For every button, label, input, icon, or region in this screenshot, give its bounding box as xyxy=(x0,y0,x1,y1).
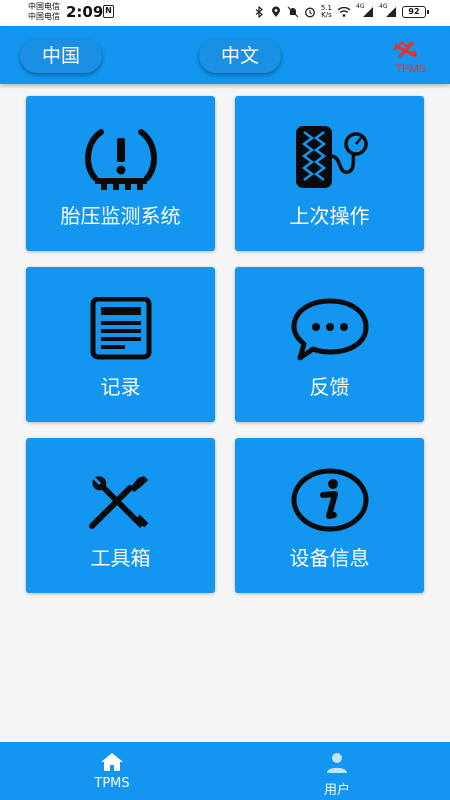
bluetooth-icon xyxy=(255,6,263,18)
tile-label: 反馈 xyxy=(309,375,350,399)
tile-records[interactable]: 记录 xyxy=(26,267,215,422)
status-icons: 5.1 K/s 4G 4G 92 xyxy=(253,3,429,20)
tile-label: 记录 xyxy=(100,375,141,399)
network-speed: 5.1 K/s xyxy=(321,5,332,19)
tile-tpms-system[interactable]: 胎压监测系统 xyxy=(26,96,215,251)
nav-label: TPMS xyxy=(94,776,130,791)
user-icon xyxy=(327,753,347,773)
tile-label: 设备信息 xyxy=(289,546,370,570)
nav-label: 用户 xyxy=(323,783,350,798)
alarm-icon xyxy=(304,7,315,18)
carrier-1: 中国电信 xyxy=(28,2,60,11)
clock: 2:09 xyxy=(66,3,104,21)
location-icon xyxy=(271,6,280,17)
country-button[interactable]: 中国 xyxy=(20,39,102,73)
carrier-2: 中国电信 xyxy=(28,12,60,21)
nav-item-tpms[interactable]: TPMS xyxy=(52,742,172,800)
chat-bubble-icon xyxy=(291,298,368,361)
home-icon xyxy=(101,753,123,771)
carrier-info: 中国电信 中国电信 xyxy=(28,2,60,22)
nav-item-user[interactable]: 用户 xyxy=(277,742,397,800)
info-icon xyxy=(291,468,368,532)
tile-label: 胎压监测系统 xyxy=(60,204,181,228)
tile-label: 工具箱 xyxy=(90,546,151,570)
signal-bars-icon xyxy=(363,7,373,17)
brand-text: TPMS xyxy=(395,63,426,75)
wifi-icon xyxy=(337,6,351,17)
nfc-icon: N xyxy=(103,5,114,18)
wrench-screwdriver-icon xyxy=(88,476,148,529)
signal-1: 4G xyxy=(356,3,374,18)
signal-2: 4G xyxy=(379,3,397,18)
status-bar: 中国电信 中国电信 2:09 N 5.1 K/s 4G 4G 92 xyxy=(0,0,450,26)
battery-indicator: 92 xyxy=(402,6,429,18)
document-icon xyxy=(90,297,151,360)
tile-feedback[interactable]: 反馈 xyxy=(235,267,424,422)
tile-device-info[interactable]: 设备信息 xyxy=(235,438,424,593)
tile-label: 上次操作 xyxy=(289,204,370,228)
mute-icon xyxy=(287,6,299,18)
language-button[interactable]: 中文 xyxy=(199,39,281,73)
tile-last-operation[interactable]: 上次操作 xyxy=(235,96,424,251)
tire-pressure-warning-icon xyxy=(84,129,157,190)
speed-unit: K/s xyxy=(321,11,332,19)
tile-toolbox[interactable]: 工具箱 xyxy=(26,438,215,593)
tire-gauge-icon xyxy=(295,126,368,188)
signal-bars-icon xyxy=(386,7,396,17)
bottom-nav: TPMS 用户 xyxy=(0,742,450,800)
app-header: 中国 中文 TPMS xyxy=(0,26,450,84)
